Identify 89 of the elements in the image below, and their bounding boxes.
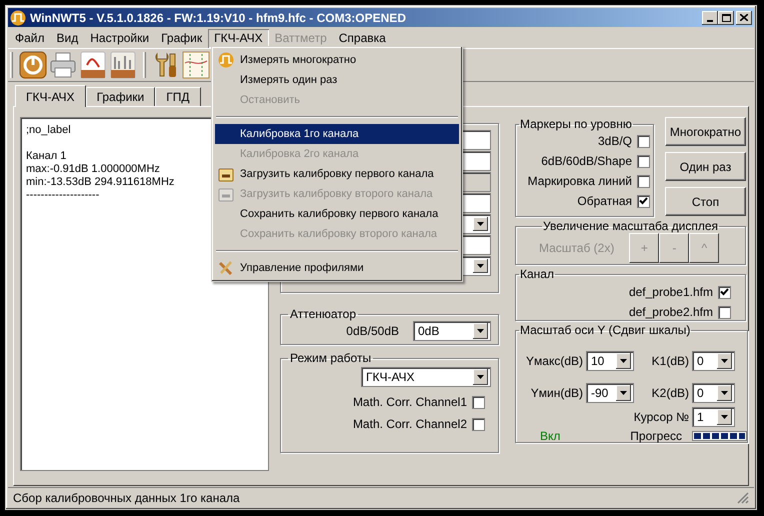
checkbox-label: 3dB/Q (598, 134, 632, 148)
group-title: Увеличение масштаба дисплея (542, 219, 720, 233)
close-button[interactable] (736, 10, 752, 24)
caret-icon (721, 359, 728, 363)
checkbox[interactable] (637, 194, 650, 208)
menu-item[interactable]: Справка (332, 28, 392, 48)
app-logo-icon (10, 10, 26, 26)
dropdown[interactable]: 1 (692, 407, 735, 427)
field-label: K1(dB) (650, 354, 690, 368)
caret-icon (477, 329, 484, 333)
output-line: -------------------- (26, 189, 100, 202)
toolbar-grip[interactable] (143, 52, 146, 78)
checkbox-label: Маркировка линий (528, 174, 632, 188)
menu-item[interactable]: Измерять многократно (215, 50, 459, 70)
caret-icon (721, 415, 728, 419)
tools-icon (218, 260, 234, 276)
attenuator-label: 0dB/50dB (346, 324, 399, 338)
caret-icon (620, 391, 627, 395)
group-title: Режим работы (289, 351, 372, 365)
caret-icon (620, 359, 627, 363)
menu-item[interactable]: ГКЧ-АЧХ (208, 28, 269, 48)
tab[interactable]: ГПД (155, 87, 201, 106)
minimize-button[interactable] (702, 10, 718, 24)
field-label: K2(dB) (650, 386, 690, 400)
caret-icon (477, 375, 484, 379)
group-title: Канал (519, 267, 555, 281)
button[interactable]: Стоп (665, 187, 746, 216)
menu-item[interactable]: Управление профилями (215, 258, 459, 278)
dropdown[interactable]: 10 (586, 351, 634, 371)
field-label: Yмин(dB) (530, 386, 584, 400)
output-line: max:-0.91dB 1.000000MHz (26, 163, 160, 176)
caret-icon (721, 391, 728, 395)
window-title: WinNWT5 - V.5.1.0.1826 - FW:1.19:V10 - hfm9.hfc - COM3:OPENED (30, 10, 406, 24)
image-icon[interactable] (109, 51, 137, 79)
field-label: Курсор № (632, 410, 690, 424)
menu-item[interactable]: Настройки (84, 28, 156, 48)
toolbar-grip[interactable] (10, 52, 13, 78)
menu-item[interactable]: Загрузить калибровку первого канала (215, 164, 459, 184)
pdf-icon[interactable] (79, 51, 107, 79)
minimize-icon (707, 20, 713, 22)
menu-item[interactable]: Калибровка 1го канала (215, 124, 459, 144)
status-text: Сбор калибровочных данных 1го канала (13, 490, 240, 504)
group-title: Маркеры по уровню (519, 117, 633, 131)
tab[interactable]: ГКЧ-АЧХ (15, 85, 86, 107)
output-line: min:-13.53dB 294.911618MHz (26, 176, 174, 189)
output-line: ;no_label (26, 124, 71, 137)
output-line: Канал 1 (26, 150, 66, 163)
caret-icon (477, 264, 484, 268)
checkbox-label: 6dB/60dB/Shape (541, 154, 632, 168)
group-title: Аттенюатор (289, 307, 358, 321)
menu-item[interactable]: Сохранить калибровку первого канала (215, 204, 459, 224)
dropdown[interactable]: ГКЧ-АЧХ (361, 367, 491, 387)
checkbox-label: def_probe1.hfm (628, 285, 713, 299)
power-button-icon[interactable] (19, 51, 47, 79)
status-label: Вкл (539, 429, 562, 443)
tab[interactable]: Графики (86, 87, 156, 106)
field-label: Yмакс(dB) (525, 354, 584, 368)
checkbox-label: Обратная (577, 194, 632, 208)
group-title: Масштаб оси Y (Сдвиг шкалы) (519, 323, 692, 337)
checkbox[interactable] (718, 286, 731, 298)
dropdown[interactable]: 0 (692, 351, 735, 371)
checkbox-label: Math. Corr. Channel2 (352, 417, 467, 431)
checkbox[interactable] (472, 396, 485, 408)
pulse-icon (218, 52, 234, 68)
checkbox[interactable] (718, 306, 731, 318)
menu-item[interactable]: Вид (50, 28, 84, 48)
caret-icon (477, 222, 484, 226)
printer-icon[interactable] (49, 51, 77, 79)
dropdown[interactable]: 0dB (413, 321, 491, 341)
progress-label: Прогресс (629, 429, 683, 443)
dropdown[interactable]: 0 (692, 383, 735, 403)
checkbox[interactable] (637, 174, 650, 188)
checkbox[interactable] (637, 154, 650, 168)
button[interactable]: Многократно (665, 117, 746, 146)
close-icon (740, 14, 748, 21)
menu-item[interactable]: Файл (9, 28, 51, 48)
checkbox-label: Math. Corr. Channel1 (352, 395, 467, 409)
menu-item[interactable]: График (155, 28, 208, 48)
zoom-label: Масштаб (2x) (539, 241, 614, 255)
dropdown[interactable]: -90 (586, 383, 634, 403)
checkbox-label: def_probe2.hfm (628, 305, 713, 319)
checkbox[interactable] (472, 418, 485, 430)
resize-grip-icon[interactable] (737, 492, 749, 504)
maximize-button[interactable] (718, 10, 734, 24)
button[interactable]: Один раз (665, 152, 746, 181)
menu-item[interactable]: Измерять один раз (215, 70, 459, 90)
chart-icon[interactable] (182, 51, 210, 79)
maximize-icon (722, 14, 730, 22)
checkbox[interactable] (637, 134, 650, 148)
